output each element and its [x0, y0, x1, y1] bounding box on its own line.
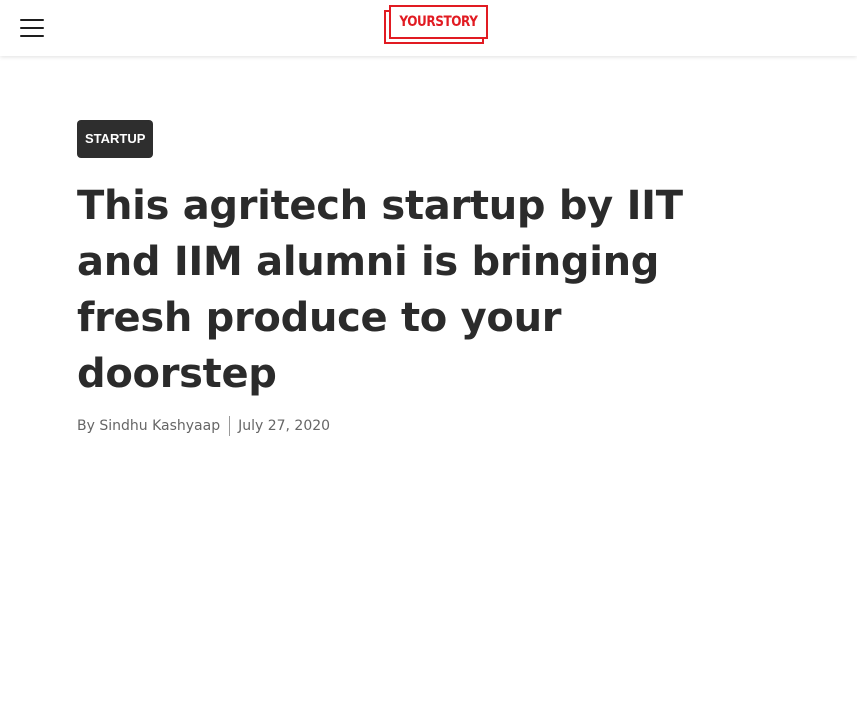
hamburger-menu-icon[interactable]: [20, 18, 44, 38]
author-name[interactable]: By Sindhu Kashyaap: [77, 418, 220, 434]
meta-divider: [229, 416, 231, 436]
logo-text: YOURSTORY: [399, 14, 478, 30]
article-title: This agritech startup by IIT and IIM alu…: [77, 183, 683, 397]
article-header: STARTUP This agritech startup by IIT and…: [77, 120, 777, 436]
logo-frame-front: YOURSTORY: [389, 5, 488, 39]
publish-date: July 27, 2020: [238, 418, 331, 434]
yourstory-logo[interactable]: YOURSTORY: [384, 4, 490, 46]
category-badge[interactable]: STARTUP: [77, 120, 154, 158]
menu-line: [20, 35, 44, 37]
menu-line: [20, 19, 44, 21]
menu-line: [20, 27, 44, 29]
article-meta: By Sindhu Kashyaap July 27, 2020: [77, 416, 777, 436]
site-header: YOURSTORY: [0, 0, 857, 56]
